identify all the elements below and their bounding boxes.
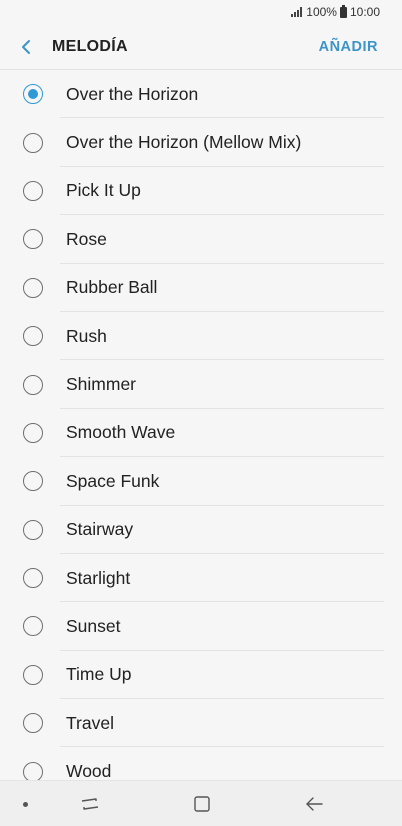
ringtone-label: Smooth Wave	[66, 422, 176, 443]
nav-back-button[interactable]	[303, 793, 325, 815]
radio-button[interactable]	[23, 616, 43, 637]
ringtone-item[interactable]: Sunset	[0, 602, 402, 651]
ringtone-label: Sunset	[66, 615, 121, 636]
radio-button-selected[interactable]	[23, 84, 43, 105]
home-button[interactable]	[191, 793, 213, 815]
clock: 10:00	[349, 5, 380, 19]
signal-icon	[291, 7, 303, 17]
status-bar: 100% 10:00	[0, 0, 402, 24]
radio-button[interactable]	[23, 374, 43, 395]
back-arrow-icon	[306, 797, 323, 811]
chevron-left-icon	[22, 39, 30, 54]
radio-button[interactable]	[23, 568, 43, 589]
ringtone-label: Stairway	[66, 519, 134, 540]
ringtone-label: Over the Horizon (Mellow Mix)	[66, 132, 302, 153]
ringtone-item[interactable]: Starlight	[0, 554, 402, 603]
ringtone-item[interactable]: Smooth Wave	[0, 409, 402, 458]
ringtone-item[interactable]: Rush	[0, 312, 402, 361]
radio-button[interactable]	[23, 713, 43, 734]
ringtone-label: Space Funk	[66, 470, 160, 491]
ringtone-label: Rose	[66, 228, 107, 249]
ringtone-item[interactable]: Rubber Ball	[0, 264, 402, 312]
screen: 100% 10:00 MELODÍA AÑADIR Over the Horiz…	[0, 0, 402, 826]
add-button[interactable]: AÑADIR	[319, 39, 378, 55]
radio-button[interactable]	[23, 229, 43, 250]
radio-button[interactable]	[23, 471, 43, 492]
battery-icon	[339, 4, 347, 18]
navigation-bar	[0, 780, 402, 826]
app-bar: MELODÍA AÑADIR	[0, 24, 402, 70]
radio-button[interactable]	[23, 422, 43, 443]
ringtone-label: Time Up	[66, 664, 132, 685]
navbar-indicator-dot[interactable]	[23, 802, 28, 807]
ringtone-list: Over the Horizon Over the Horizon (Mellow…	[0, 70, 402, 780]
battery-percentage: 100%	[306, 5, 337, 19]
ringtone-item[interactable]: Wood	[0, 747, 402, 780]
ringtone-item[interactable]: Pick It Up	[0, 167, 402, 216]
radio-button[interactable]	[23, 519, 43, 540]
home-icon	[194, 796, 210, 812]
back-button[interactable]	[0, 24, 52, 70]
ringtone-label: Over the Horizon	[66, 83, 199, 104]
ringtone-item[interactable]: Over the Horizon	[0, 70, 402, 119]
radio-button[interactable]	[23, 761, 43, 780]
radio-button[interactable]	[23, 277, 43, 298]
ringtone-item[interactable]: Travel	[0, 699, 402, 748]
ringtone-item[interactable]: Shimmer	[0, 360, 402, 409]
ringtone-item[interactable]: Over the Horizon (Mellow Mix)	[0, 118, 402, 167]
ringtone-label: Shimmer	[66, 374, 137, 395]
ringtone-label: Pick It Up	[66, 180, 141, 201]
radio-button[interactable]	[23, 326, 43, 347]
ringtone-label: Rush	[66, 325, 107, 346]
ringtone-label: Starlight	[66, 567, 131, 588]
ringtone-label: Rubber Ball	[66, 277, 158, 298]
radio-button[interactable]	[23, 664, 43, 685]
recent-apps-button[interactable]	[79, 793, 101, 815]
radio-button[interactable]	[23, 132, 43, 153]
ringtone-item[interactable]: Stairway	[0, 506, 402, 554]
radio-button[interactable]	[23, 180, 43, 201]
page-title: MELODÍA	[52, 37, 128, 55]
ringtone-label: Travel	[66, 712, 114, 733]
ringtone-item[interactable]: Space Funk	[0, 457, 402, 506]
ringtone-item[interactable]: Rose	[0, 215, 402, 264]
recent-apps-icon	[81, 798, 99, 810]
ringtone-item[interactable]: Time Up	[0, 651, 402, 700]
ringtone-label: Wood	[66, 761, 112, 780]
